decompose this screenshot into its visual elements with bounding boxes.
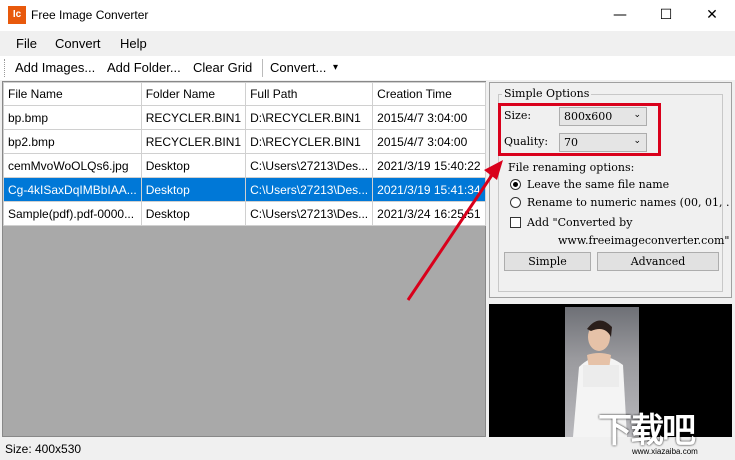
watermark-url: www.xiazaiba.com (632, 447, 698, 456)
arrow-shaft (406, 174, 494, 301)
arrow-head (484, 160, 503, 180)
status-size-text: Size: 400x530 (5, 442, 82, 456)
watermark-logo: 下载吧 (598, 411, 696, 451)
